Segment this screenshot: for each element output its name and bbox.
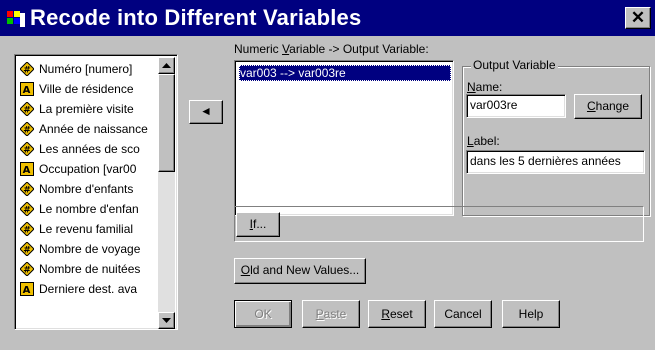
- change-button[interactable]: Change: [574, 94, 642, 119]
- numeric-variable-icon: #: [20, 242, 34, 256]
- move-variable-button[interactable]: ◄: [189, 100, 223, 124]
- if-button[interactable]: If...: [236, 212, 280, 237]
- source-variable-item[interactable]: # Année de naissance: [18, 119, 158, 139]
- svg-text:A: A: [23, 285, 31, 296]
- svg-text:#: #: [23, 246, 31, 256]
- close-button[interactable]: ✕: [625, 7, 651, 29]
- source-variable-item[interactable]: # Les années de sco: [18, 139, 158, 159]
- source-variable-label: Derniere dest. ava: [39, 282, 138, 296]
- scroll-thumb[interactable]: [158, 74, 175, 172]
- source-variable-item[interactable]: # Nombre de nuitées: [18, 259, 158, 279]
- label-label: Label:: [467, 134, 500, 148]
- svg-text:A: A: [23, 85, 31, 96]
- string-variable-icon: A: [20, 162, 34, 176]
- svg-text:#: #: [23, 146, 31, 156]
- source-variable-label: Nombre d'enfants: [39, 182, 134, 196]
- svg-text:#: #: [23, 106, 31, 116]
- output-variable-group-label: Output Variable: [471, 58, 558, 72]
- source-variable-items: # Numéro [numero] A Ville de résidence # La p…: [18, 59, 158, 299]
- scroll-up-button[interactable]: [158, 57, 175, 74]
- string-variable-icon: A: [20, 282, 34, 296]
- source-variable-item[interactable]: A Ville de résidence: [18, 79, 158, 99]
- if-condition-panel: [234, 206, 644, 242]
- source-variable-label: Numéro [numero]: [39, 62, 133, 76]
- string-variable-icon: A: [20, 82, 34, 96]
- source-variable-list[interactable]: # Numéro [numero] A Ville de résidence # La p…: [14, 54, 178, 330]
- spss-app-icon: [7, 11, 25, 27]
- name-field[interactable]: var003re: [466, 94, 566, 118]
- source-variable-label: Nombre de voyage: [39, 242, 141, 256]
- output-list-label: Numeric Variable -> Output Variable:: [234, 42, 429, 56]
- source-list-scrollbar[interactable]: [158, 57, 175, 329]
- numeric-variable-icon: #: [20, 202, 34, 216]
- help-button[interactable]: Help: [502, 300, 560, 328]
- paste-button[interactable]: Paste: [302, 300, 360, 328]
- source-variable-label: Ville de résidence: [39, 82, 134, 96]
- title-bar: Recode into Different Variables ✕: [0, 0, 655, 36]
- svg-text:#: #: [23, 126, 31, 136]
- source-variable-item[interactable]: # La première visite: [18, 99, 158, 119]
- numeric-variable-icon: #: [20, 102, 34, 116]
- source-variable-label: Année de naissance: [39, 122, 148, 136]
- window-title: Recode into Different Variables: [30, 5, 362, 30]
- source-variable-label: Le revenu familial: [39, 222, 134, 236]
- source-variable-item[interactable]: # Numéro [numero]: [18, 59, 158, 79]
- numeric-variable-icon: #: [20, 142, 34, 156]
- source-variable-label: Nombre de nuitées: [39, 262, 141, 276]
- svg-text:#: #: [23, 186, 31, 196]
- numeric-variable-icon: #: [20, 262, 34, 276]
- ok-button[interactable]: OK: [234, 300, 292, 328]
- source-variable-label: Le nombre d'enfan: [39, 202, 139, 216]
- reset-button[interactable]: Reset: [368, 300, 426, 328]
- source-variable-item[interactable]: # Le nombre d'enfan: [18, 199, 158, 219]
- source-variable-label: Occupation [var00: [39, 162, 137, 176]
- source-variable-item[interactable]: # Nombre d'enfants: [18, 179, 158, 199]
- dialog-body: # Numéro [numero] A Ville de résidence # La p…: [0, 36, 655, 350]
- svg-text:#: #: [23, 66, 31, 76]
- old-and-new-values-button[interactable]: Old and New Values...: [234, 258, 366, 284]
- numeric-variable-icon: #: [20, 62, 34, 76]
- svg-text:#: #: [23, 226, 31, 236]
- source-variable-item[interactable]: A Occupation [var00: [18, 159, 158, 179]
- name-label: Name:: [467, 80, 503, 94]
- source-variable-item[interactable]: A Derniere dest. ava: [18, 279, 158, 299]
- svg-text:A: A: [23, 165, 31, 176]
- source-variable-item[interactable]: # Le revenu familial: [18, 219, 158, 239]
- arrow-left-icon: ◄: [200, 104, 212, 118]
- close-icon: ✕: [630, 8, 646, 27]
- svg-text:#: #: [23, 266, 31, 276]
- numeric-output-variable-list[interactable]: var003 --> var003re: [234, 60, 454, 216]
- numeric-variable-icon: #: [20, 122, 34, 136]
- source-variable-label: Les années de sco: [39, 142, 140, 156]
- arrow-down-icon: [162, 318, 171, 323]
- source-variable-item[interactable]: # Nombre de voyage: [18, 239, 158, 259]
- scroll-down-button[interactable]: [158, 312, 175, 329]
- numeric-variable-icon: #: [20, 222, 34, 236]
- output-list-selected-item[interactable]: var003 --> var003re: [239, 65, 451, 81]
- arrow-up-icon: [162, 63, 171, 68]
- cancel-button[interactable]: Cancel: [434, 300, 492, 328]
- source-variable-label: La première visite: [39, 102, 134, 116]
- numeric-variable-icon: #: [20, 182, 34, 196]
- label-field[interactable]: dans les 5 dernières années: [466, 150, 645, 174]
- svg-text:#: #: [23, 206, 31, 216]
